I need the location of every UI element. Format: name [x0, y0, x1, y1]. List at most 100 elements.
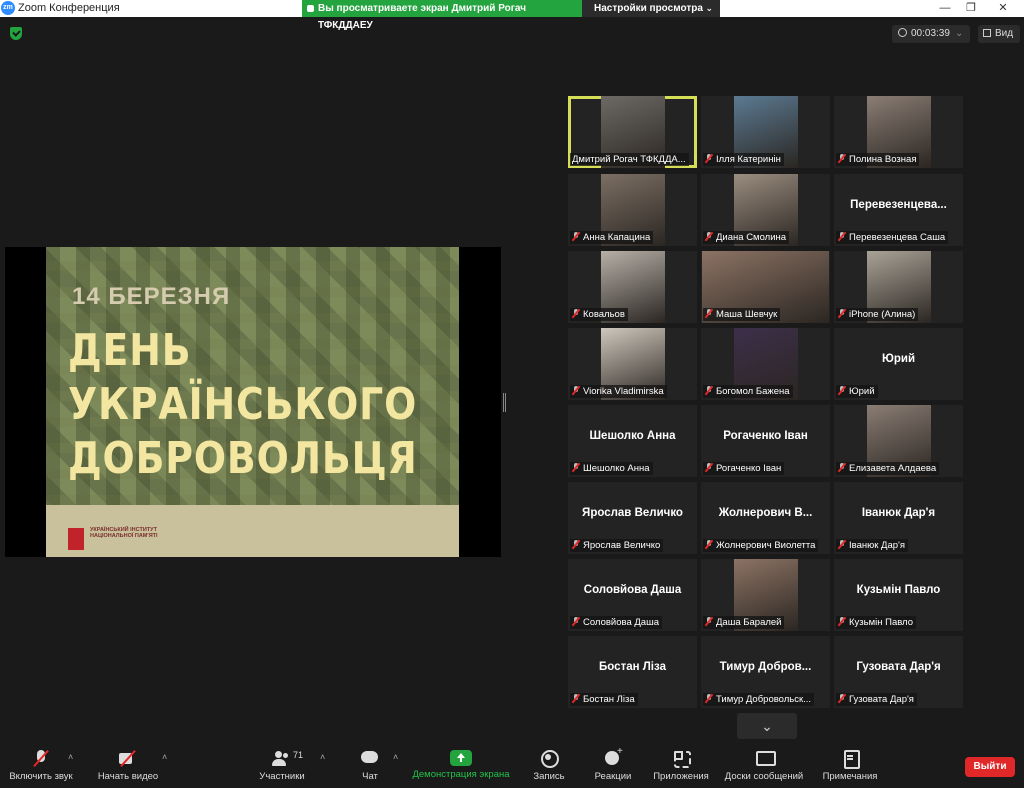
title-bar: zm Zoom Конференция Вы просматриваете эк…: [0, 0, 1024, 31]
participant-display-name: Кузьмін Павло: [856, 584, 941, 596]
chat-label: Чат: [362, 771, 378, 782]
mic-muted-icon: [705, 463, 713, 472]
participant-name: Полина Возная: [849, 154, 917, 165]
mic-muted-icon: [838, 309, 846, 318]
participant-tile[interactable]: Рогаченко Іван Рогаченко Іван: [701, 405, 830, 477]
view-settings-label: Настройки просмотра: [594, 3, 703, 14]
mic-muted-icon: [838, 694, 846, 703]
start-video-label: Начать видео: [97, 771, 159, 782]
leave-button[interactable]: Выйти: [965, 757, 1015, 777]
participants-options-chevron-icon[interactable]: ˄: [320, 752, 325, 762]
participant-display-name: Соловйова Даша: [583, 584, 682, 596]
notes-label: Примечания: [822, 771, 878, 782]
participant-tile[interactable]: Диана Смолина: [701, 174, 830, 246]
participant-display-name: Перевезенцева...: [850, 199, 947, 211]
zoom-logo-icon: zm: [1, 1, 15, 15]
mic-muted-icon: [838, 386, 846, 395]
restore-icon[interactable]: ❐: [960, 0, 982, 17]
participant-name-label: Полина Возная: [836, 153, 920, 166]
chevron-down-icon: ⌄: [705, 3, 713, 13]
participant-tile[interactable]: Анна Капацина: [568, 174, 697, 246]
participant-name-label: Елизавета Алдаева: [836, 462, 940, 475]
mic-muted-icon: [572, 463, 580, 472]
gallery-next-page-button[interactable]: ⌄: [737, 713, 797, 739]
mic-muted-icon: [572, 309, 580, 318]
participant-name: Дмитрий Рогач ТФКДДА...: [572, 154, 686, 165]
mic-muted-icon: [838, 154, 846, 163]
participant-name-label: Ярослав Величко: [570, 539, 664, 552]
participant-tile[interactable]: Богомол Бажена: [701, 328, 830, 400]
mic-muted-icon: [572, 232, 580, 241]
whiteboards-label: Доски сообщений: [724, 771, 804, 782]
participant-tile[interactable]: Маша Шевчук: [701, 251, 830, 323]
view-button[interactable]: Вид: [978, 25, 1020, 43]
split-handle[interactable]: [503, 393, 506, 412]
whiteboards-button[interactable]: Доски сообщений: [720, 745, 808, 788]
view-settings-button[interactable]: Настройки просмотра ⌄: [582, 0, 720, 17]
participant-name: Кузьмін Павло: [849, 617, 913, 628]
share-screen-button[interactable]: Демонстрация экрана: [408, 745, 514, 788]
apps-button[interactable]: Приложения: [649, 745, 713, 788]
participant-name-label: iPhone (Алина): [836, 308, 919, 321]
record-button[interactable]: Запись: [528, 745, 570, 788]
participant-name: Юрий: [849, 386, 875, 397]
start-video-button[interactable]: Начать видео: [94, 745, 162, 788]
participant-name: Іванюк Дар'я: [849, 540, 905, 551]
participant-tile[interactable]: Елизавета Алдаева: [834, 405, 963, 477]
whiteboard-icon: [754, 750, 776, 768]
close-icon[interactable]: ✕: [992, 0, 1014, 17]
participant-tile[interactable]: Бостан Ліза Бостан Ліза: [568, 636, 697, 708]
participant-tile[interactable]: Ілля Катеринін: [701, 96, 830, 168]
participant-tile[interactable]: iPhone (Алина): [834, 251, 963, 323]
participant-tile[interactable]: Ярослав Величко Ярослав Величко: [568, 482, 697, 554]
shield-icon[interactable]: [10, 27, 22, 40]
shared-screen[interactable]: 14 БЕРЕЗНЯ ДЕНЬ УКРАЇНСЬКОГО ДОБРОВОЛЬЦЯ…: [5, 247, 501, 557]
institute-logo-icon: [68, 528, 84, 550]
notes-icon: [840, 750, 860, 769]
notes-button[interactable]: Примечания: [818, 745, 882, 788]
participant-display-name: Шешолко Анна: [589, 430, 676, 442]
slide-org-text: УКРАЇНСЬКИЙ ІНСТИТУТ НАЦІОНАЛЬНОЇ ПАМ'ЯТ…: [90, 527, 158, 539]
share-screen-label: Демонстрация экрана: [412, 769, 510, 780]
participant-tile[interactable]: Юрий Юрий: [834, 328, 963, 400]
chat-button[interactable]: Чат: [355, 745, 385, 788]
participant-name-label: Юрий: [836, 385, 878, 398]
chevron-down-icon: ⌄: [954, 28, 964, 39]
participant-tile[interactable]: Тимур Добров... Тимур Добровольск...: [701, 636, 830, 708]
participant-tile[interactable]: Полина Возная: [834, 96, 963, 168]
participant-name-label: Даша Баралей: [703, 616, 785, 629]
window-title: Zoom Конференция: [18, 2, 120, 14]
clock-icon: [898, 28, 907, 37]
participant-tile[interactable]: Шешолко Анна Шешолко Анна: [568, 405, 697, 477]
participant-tile[interactable]: Viorika Vladimirska: [568, 328, 697, 400]
chat-options-chevron-icon[interactable]: ˄: [393, 752, 398, 762]
minimize-icon[interactable]: —: [934, 0, 956, 17]
participant-name: Рогаченко Іван: [716, 463, 782, 474]
mic-muted-icon: [838, 540, 846, 549]
meeting-timer[interactable]: 00:03:39 ⌄: [892, 25, 970, 43]
participant-tile[interactable]: Перевезенцева... Перевезенцева Саша: [834, 174, 963, 246]
participants-label: Участники: [259, 771, 305, 782]
record-label: Запись: [533, 771, 565, 782]
participant-name-label: Ілля Катеринін: [703, 153, 784, 166]
participant-tile[interactable]: Гузовата Дар'я Гузовата Дар'я: [834, 636, 963, 708]
participant-name: Ярослав Величко: [583, 540, 661, 551]
participant-name: Жолнерович Виолетта: [716, 540, 816, 551]
participant-tile[interactable]: Даша Баралей: [701, 559, 830, 631]
unmute-button[interactable]: Включить звук: [4, 745, 78, 788]
participant-tile[interactable]: Ковальов: [568, 251, 697, 323]
participant-name: Бостан Ліза: [583, 694, 635, 705]
participant-tile[interactable]: Дмитрий Рогач ТФКДДА...: [568, 96, 697, 168]
participant-display-name: Рогаченко Іван: [723, 430, 808, 442]
mic-muted-icon: [705, 386, 713, 395]
participant-name: Анна Капацина: [583, 232, 651, 243]
record-icon: [539, 750, 559, 768]
audio-options-chevron-icon[interactable]: ˄: [68, 752, 73, 762]
participant-name-label: Шешолко Анна: [570, 462, 653, 475]
participant-tile[interactable]: Жолнерович В... Жолнерович Виолетта: [701, 482, 830, 554]
participant-tile[interactable]: Кузьмін Павло Кузьмін Павло: [834, 559, 963, 631]
participant-tile[interactable]: Соловйова Даша Соловйова Даша: [568, 559, 697, 631]
participant-tile[interactable]: Іванюк Дар'я Іванюк Дар'я: [834, 482, 963, 554]
video-options-chevron-icon[interactable]: ˄: [162, 752, 167, 762]
reactions-button[interactable]: Реакции: [591, 745, 635, 788]
